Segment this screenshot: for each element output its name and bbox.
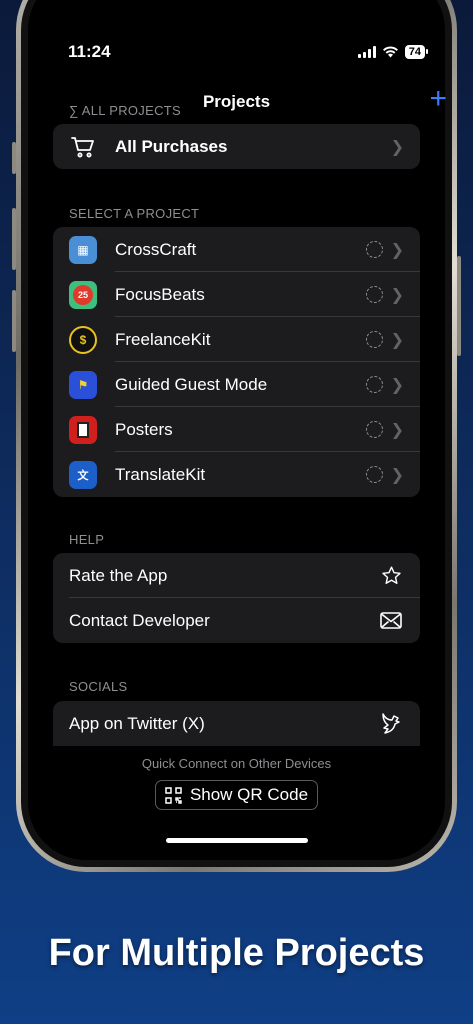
action-button: [12, 142, 16, 174]
project-row-focusbeats[interactable]: 25 FocusBeats ❯: [53, 272, 420, 317]
status-bar: 11:24 74: [0, 42, 473, 68]
selection-indicator[interactable]: [366, 286, 383, 303]
show-qr-code-button[interactable]: Show QR Code: [155, 780, 318, 810]
quick-connect-caption: Quick Connect on Other Devices: [141, 756, 332, 771]
section-header-socials: SOCIALS: [69, 679, 128, 694]
project-row-crosscraft[interactable]: ▦ CrossCraft ❯: [53, 227, 420, 272]
cellular-signal-icon: [357, 46, 376, 58]
project-label: FreelanceKit: [115, 329, 211, 349]
section-header-select-project: SELECT A PROJECT: [69, 206, 200, 221]
home-indicator[interactable]: [166, 838, 308, 843]
chevron-right-icon: ❯: [390, 242, 404, 259]
status-time: 11:24: [68, 42, 111, 61]
volume-down-button: [12, 290, 16, 352]
project-label: Guided Guest Mode: [115, 374, 268, 394]
socials-group: App on Twitter (X): [53, 701, 420, 746]
add-project-button[interactable]: +: [429, 84, 447, 114]
project-label: CrossCraft: [115, 239, 197, 259]
project-list: ▦ CrossCraft ❯ 25 FocusBeats ❯ $ Freelan…: [53, 227, 420, 497]
selection-indicator[interactable]: [366, 421, 383, 438]
translatekit-app-icon: 文: [69, 460, 97, 489]
chevron-right-icon: ❯: [390, 422, 404, 439]
project-row-guided-guest-mode[interactable]: ⚑ Guided Guest Mode ❯: [53, 362, 420, 407]
qr-code-icon: [165, 786, 182, 804]
crosscraft-app-icon: ▦: [69, 235, 97, 264]
cart-icon: [71, 136, 95, 158]
bird-icon: [380, 711, 402, 740]
chevron-right-icon: ❯: [390, 377, 404, 394]
chevron-right-icon: ❯: [390, 139, 404, 156]
project-label: TranslateKit: [115, 464, 206, 484]
project-row-posters[interactable]: Posters ❯: [53, 407, 420, 452]
project-label: Posters: [115, 419, 173, 439]
selection-indicator[interactable]: [366, 241, 383, 258]
all-purchases-row[interactable]: All Purchases ❯: [53, 124, 420, 169]
all-projects-group: All Purchases ❯: [53, 124, 420, 169]
chevron-right-icon: ❯: [390, 467, 404, 484]
selection-indicator[interactable]: [366, 466, 383, 483]
wifi-icon: [382, 46, 398, 58]
twitter-label: App on Twitter (X): [69, 713, 205, 733]
all-purchases-label: All Purchases: [115, 136, 228, 156]
marketing-tagline: For Multiple Projects: [48, 932, 425, 974]
project-row-freelancekit[interactable]: $ FreelanceKit ❯: [53, 317, 420, 362]
help-group: Rate the App Contact Developer: [53, 553, 420, 643]
twitter-row[interactable]: App on Twitter (X): [53, 701, 420, 746]
volume-up-button: [12, 208, 16, 270]
chevron-right-icon: ❯: [390, 332, 404, 349]
section-header-help: HELP: [69, 532, 105, 547]
battery-icon: 74: [404, 45, 429, 59]
project-row-translatekit[interactable]: 文 TranslateKit ❯: [53, 452, 420, 497]
rate-app-label: Rate the App: [69, 565, 168, 585]
guided-guest-mode-app-icon: ⚑: [69, 370, 97, 399]
star-icon: [381, 565, 402, 591]
rate-app-row[interactable]: Rate the App: [53, 553, 420, 598]
freelancekit-app-icon: $: [69, 325, 97, 354]
section-header-all-projects: ∑ ALL PROJECTS: [69, 103, 181, 118]
posters-app-icon: [69, 415, 97, 444]
envelope-icon: [380, 612, 402, 634]
show-qr-code-label: Show QR Code: [189, 785, 309, 804]
selection-indicator[interactable]: [366, 376, 383, 393]
selection-indicator[interactable]: [366, 331, 383, 348]
chevron-right-icon: ❯: [390, 287, 404, 304]
project-label: FocusBeats: [115, 284, 205, 304]
contact-developer-label: Contact Developer: [69, 610, 210, 630]
contact-developer-row[interactable]: Contact Developer: [53, 598, 420, 643]
power-button: [457, 256, 461, 356]
focusbeats-app-icon: 25: [69, 280, 97, 309]
